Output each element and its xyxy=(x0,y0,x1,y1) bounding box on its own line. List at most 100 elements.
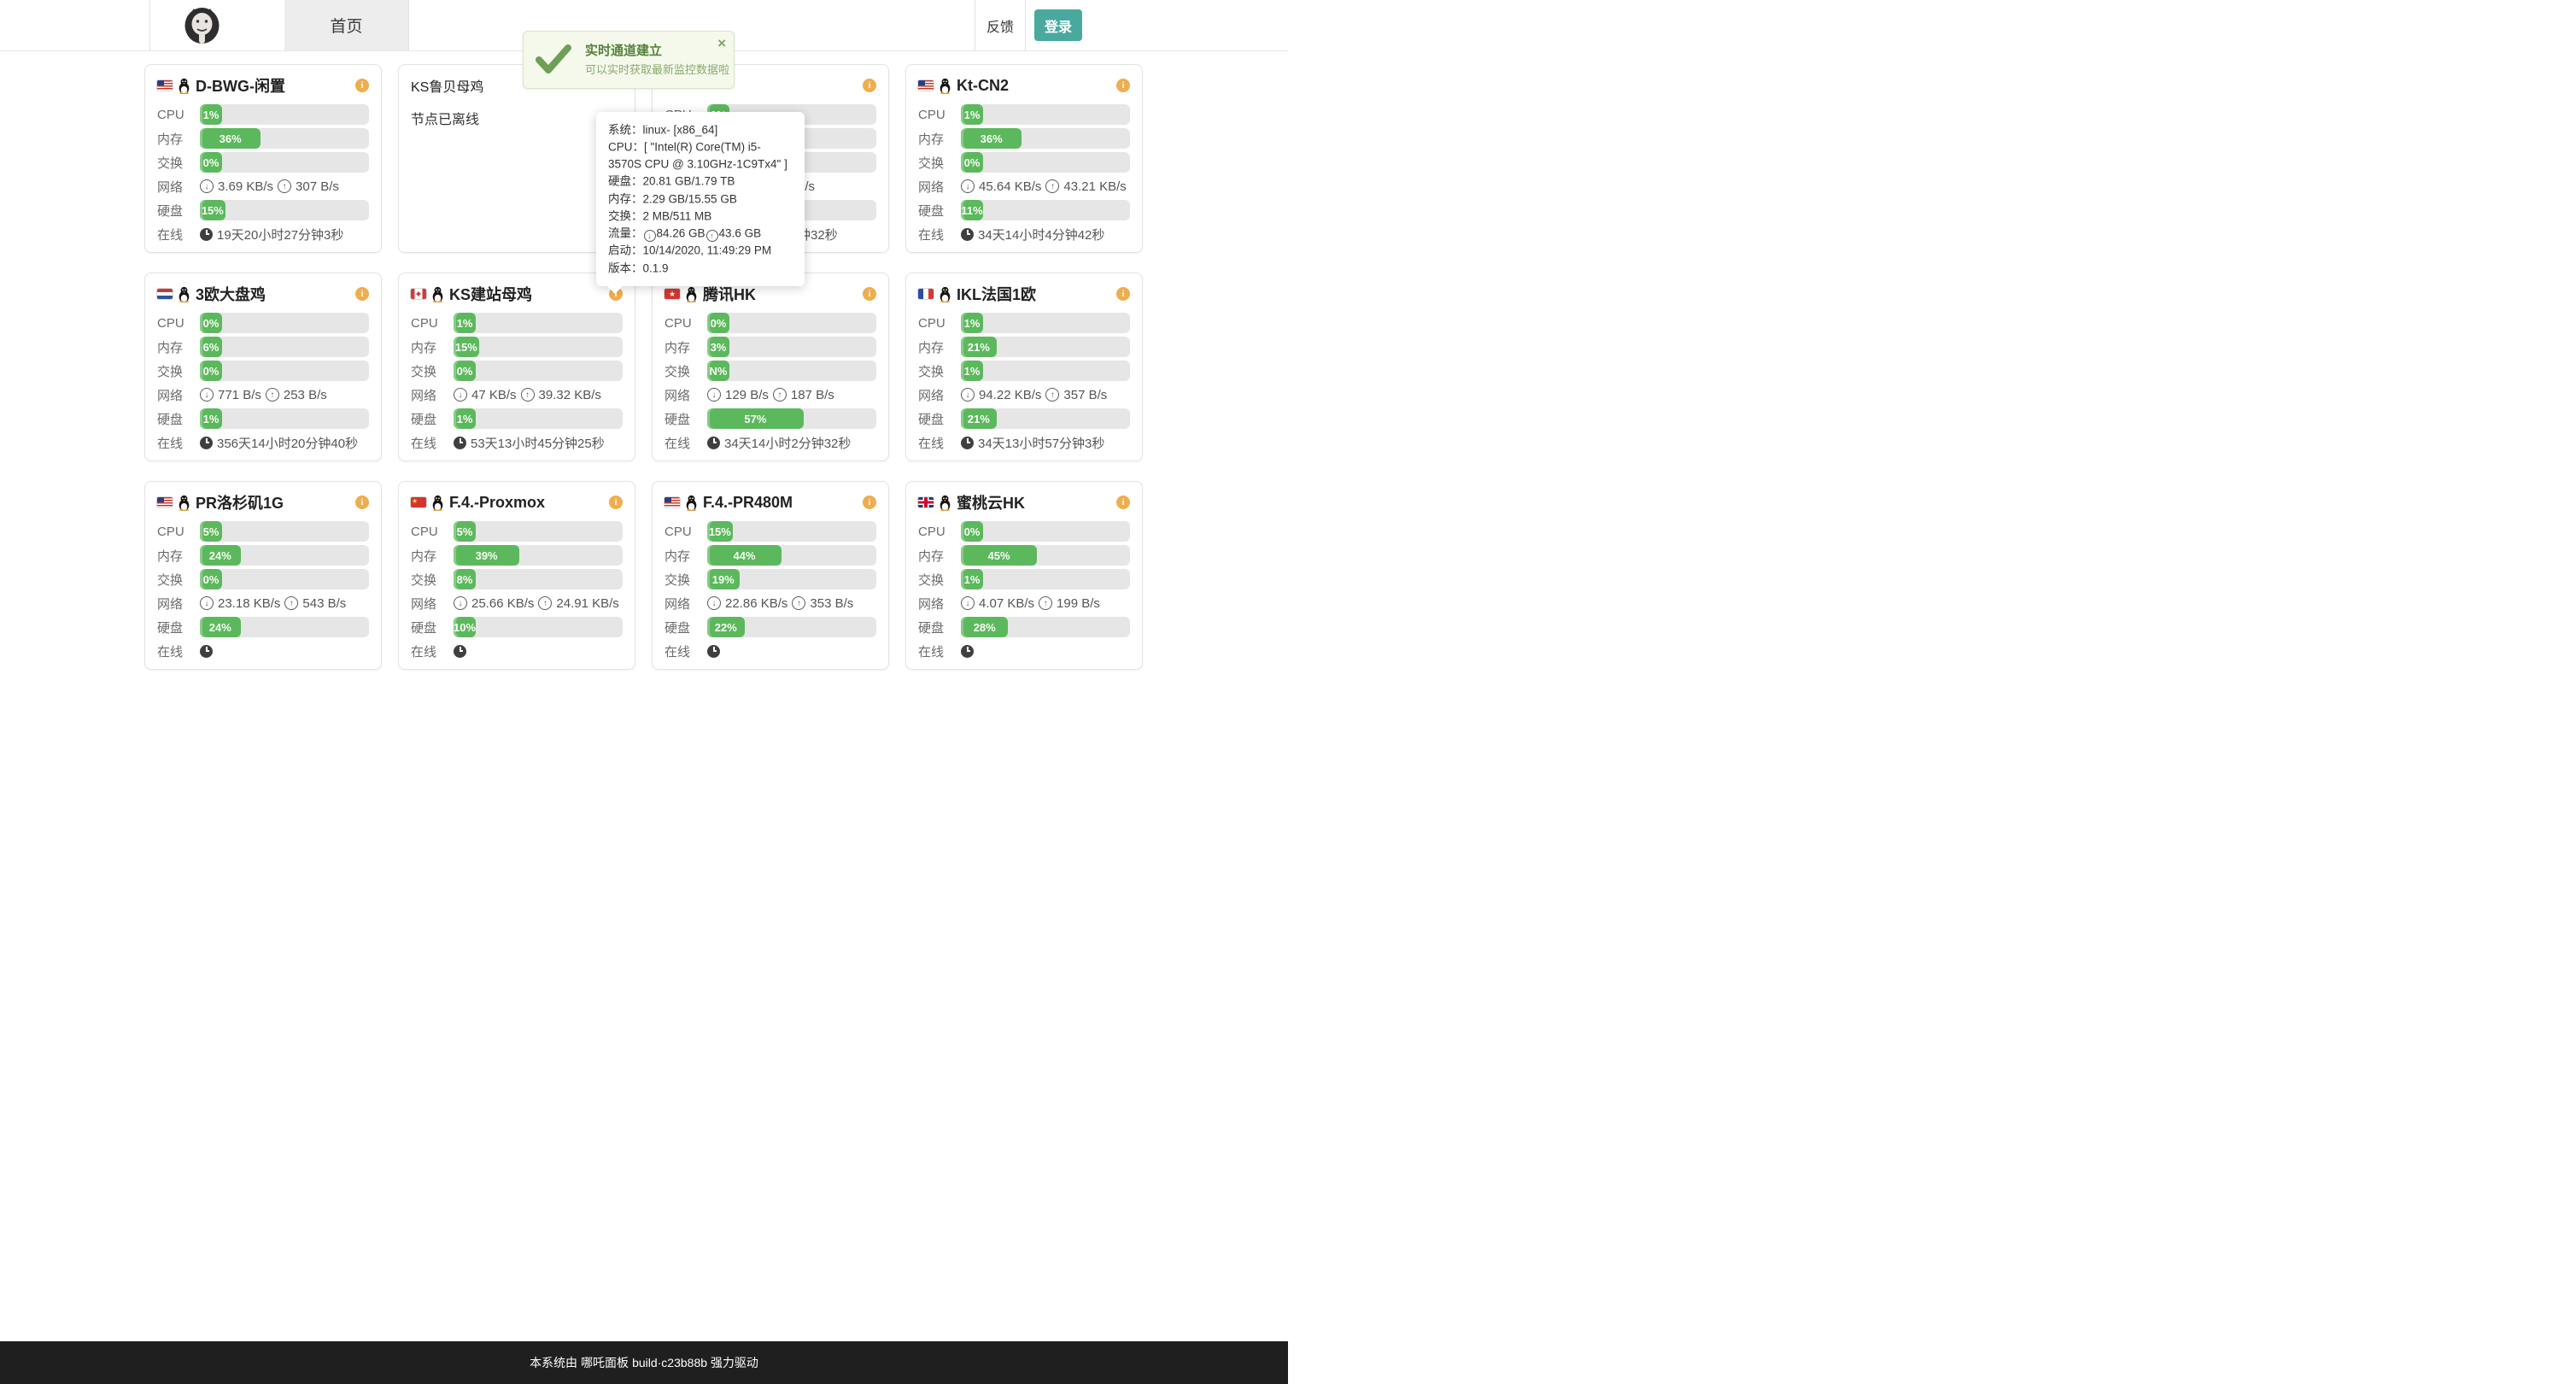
swap-percent: 0% xyxy=(964,156,981,169)
stat-label: 内存 xyxy=(664,547,707,565)
cpu-bar-fill: 1% xyxy=(961,104,983,125)
network-upload: 253 B/s xyxy=(284,388,327,402)
server-name: 3欧大盘鸡 xyxy=(196,283,350,305)
divider xyxy=(149,0,150,50)
disk-bar: 28% xyxy=(961,617,1130,637)
clock-icon xyxy=(961,437,974,449)
swap-bar: 19% xyxy=(707,569,876,589)
swap-bar-fill: 1% xyxy=(961,569,983,589)
stat-label: 硬盘 xyxy=(664,410,707,428)
country-flag-icon xyxy=(664,497,680,507)
cpu-bar: 0% xyxy=(961,521,1130,542)
memory-bar: 21% xyxy=(961,337,1130,357)
cpu-bar: 5% xyxy=(200,521,369,542)
cpu-bar-fill: 0% xyxy=(200,313,222,333)
stat-label: 在线 xyxy=(157,226,200,243)
stat-row-disk: 硬盘 11% xyxy=(918,200,1130,220)
clock-icon xyxy=(200,645,213,658)
cpu-bar-fill: 5% xyxy=(200,521,222,542)
server-name: F.4.-PR480M xyxy=(703,494,858,512)
info-icon[interactable]: i xyxy=(1116,287,1130,301)
close-icon[interactable]: × xyxy=(717,36,726,50)
stat-row-memory: 内存 36% xyxy=(918,128,1130,149)
swap-bar: 0% xyxy=(200,361,369,381)
network-download: 23.18 KB/s xyxy=(218,596,280,611)
server-name: IKL法国1欧 xyxy=(957,283,1111,305)
swap-bar: 0% xyxy=(961,152,1130,173)
server-card: PR洛杉矶1G i CPU 5% 内存 24% 交换 0% 网络 ↓23.18 … xyxy=(144,481,382,670)
offline-message: 节点已离线 xyxy=(411,108,623,128)
stat-label: 硬盘 xyxy=(411,619,454,636)
stat-row-memory: 内存 6% xyxy=(157,337,369,357)
info-icon[interactable]: i xyxy=(609,496,623,509)
country-flag-icon xyxy=(918,80,934,91)
swap-bar: 8% xyxy=(454,569,623,589)
disk-bar-fill: 24% xyxy=(200,617,241,637)
stat-label: 硬盘 xyxy=(157,619,200,636)
footer-panel-link[interactable]: 哪吒面板 xyxy=(581,1354,629,1371)
stat-row-swap: 交换 0% xyxy=(411,361,623,381)
linux-tux-icon xyxy=(178,78,190,94)
cpu-percent: 1% xyxy=(203,108,220,121)
online-value xyxy=(454,645,623,658)
stat-label: CPU xyxy=(664,525,707,539)
stat-row-online: 在线 xyxy=(157,641,369,661)
swap-bar: 1% xyxy=(961,569,1130,589)
server-card: KS建站母鸡 i CPU 1% 内存 15% 交换 0% 网络 ↓47 KB/s… xyxy=(398,273,635,461)
memory-bar-fill: 39% xyxy=(454,545,519,566)
online-duration: 356天14小时20分钟40秒 xyxy=(217,434,358,452)
stat-row-network: 网络 ↓23.18 KB/s ↑543 B/s xyxy=(157,593,369,613)
stat-label: 交换 xyxy=(411,571,454,589)
login-button[interactable]: 登录 xyxy=(1034,9,1082,41)
memory-bar-fill: 3% xyxy=(707,337,729,357)
download-arrow-icon: ↓ xyxy=(644,230,656,242)
tooltip-value: 2 MB/511 MB xyxy=(643,210,712,223)
stat-label: 内存 xyxy=(664,338,707,356)
info-icon[interactable]: i xyxy=(355,496,369,509)
stat-row-cpu: CPU 5% xyxy=(411,521,623,542)
server-card: D-BWG-闲置 i CPU 1% 内存 36% 交换 0% 网络 ↓3.69 … xyxy=(144,64,382,253)
tab-home[interactable]: 首页 xyxy=(284,0,409,50)
country-flag-icon xyxy=(918,289,934,299)
stat-label: 网络 xyxy=(664,595,707,613)
info-icon[interactable]: i xyxy=(1116,79,1130,92)
info-icon[interactable]: i xyxy=(1116,496,1130,509)
country-flag-icon xyxy=(918,497,934,507)
info-icon[interactable]: i xyxy=(355,79,369,92)
feedback-link[interactable]: 反馈 xyxy=(975,0,1026,50)
info-icon[interactable]: i xyxy=(863,287,876,301)
stat-label: 网络 xyxy=(918,386,961,404)
memory-bar: 3% xyxy=(707,337,876,357)
disk-bar: 15% xyxy=(200,200,369,220)
cpu-percent: 1% xyxy=(964,317,981,330)
stat-row-swap: 交换 0% xyxy=(157,569,369,589)
online-duration: 34天14小时2分钟32秒 xyxy=(724,434,851,452)
info-icon[interactable]: i xyxy=(863,496,876,509)
download-arrow-icon: ↓ xyxy=(200,596,214,610)
stat-row-memory: 内存 3% xyxy=(664,337,876,357)
cpu-bar: 0% xyxy=(200,313,369,333)
stat-label: 在线 xyxy=(411,434,454,452)
tooltip-value: linux- [x86_64] xyxy=(643,124,718,137)
download-arrow-icon: ↓ xyxy=(454,388,467,402)
upload-arrow-icon: ↑ xyxy=(1039,596,1052,610)
memory-bar-fill: 45% xyxy=(961,545,1037,566)
stat-label: 内存 xyxy=(918,547,961,565)
info-icon[interactable]: i xyxy=(355,287,369,301)
site-logo[interactable] xyxy=(183,6,221,44)
cpu-bar: 1% xyxy=(961,104,1130,125)
download-arrow-icon: ↓ xyxy=(200,179,214,193)
stat-row-swap: 交换 1% xyxy=(918,569,1130,589)
info-icon[interactable]: i xyxy=(863,79,876,92)
swap-bar: 1% xyxy=(961,361,1130,381)
tooltip-value: 2.29 GB/15.55 GB xyxy=(643,192,737,205)
memory-bar: 36% xyxy=(961,128,1130,149)
footer: 本系统由 哪吒面板 build·c23b88b 强力驱动 xyxy=(0,1341,1288,1384)
stat-label: 硬盘 xyxy=(918,410,961,428)
memory-bar: 15% xyxy=(454,337,623,357)
tooltip-label: 硬盘： xyxy=(608,175,643,188)
stat-row-disk: 硬盘 28% xyxy=(918,617,1130,637)
tooltip-label: CPU： xyxy=(608,141,644,154)
stat-row-swap: 交换 0% xyxy=(157,361,369,381)
swap-percent: N% xyxy=(710,365,728,378)
